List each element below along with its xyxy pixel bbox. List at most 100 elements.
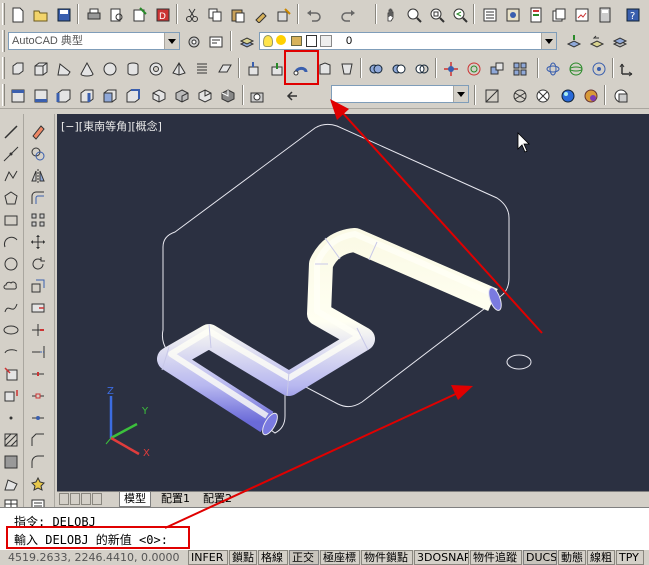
cut-icon[interactable] [181, 4, 201, 24]
tab-last-icon[interactable] [92, 493, 102, 505]
polysolid-icon[interactable] [7, 58, 27, 78]
chevron-down-icon[interactable] [541, 33, 556, 49]
redo-icon[interactable] [337, 4, 357, 24]
status-toggle-button[interactable]: 鎖點 [229, 550, 257, 565]
line-icon[interactable] [1, 122, 21, 142]
workspace-settings-icon[interactable] [183, 31, 203, 51]
paste-icon[interactable] [227, 4, 247, 24]
3d-align-icon[interactable] [486, 58, 506, 78]
undo-icon[interactable] [303, 4, 323, 24]
my-workspace-icon[interactable] [205, 31, 225, 51]
presspull-icon[interactable] [266, 58, 286, 78]
command-window[interactable]: 指令: DELOBJ 輸入 DELOBJ 的新值 <0>: [0, 507, 649, 550]
spline-icon[interactable] [1, 298, 21, 318]
rotate-icon[interactable] [28, 254, 48, 274]
save-icon[interactable] [53, 4, 73, 24]
chevron-down-icon[interactable] [453, 86, 468, 102]
design-center-icon[interactable] [502, 4, 522, 24]
cone-icon[interactable] [76, 58, 96, 78]
sphere-icon[interactable] [99, 58, 119, 78]
chevron-down-icon[interactable] [164, 33, 179, 49]
status-toggle-button[interactable]: DUCS [523, 550, 557, 565]
3d-rotate-icon[interactable] [463, 58, 483, 78]
arc-icon[interactable] [1, 232, 21, 252]
tool-palettes-icon[interactable] [525, 4, 545, 24]
stretch-icon[interactable] [28, 298, 48, 318]
pan-hand-icon[interactable] [380, 4, 400, 24]
drawing-viewport[interactable]: [−][東南等角][概念] Z Y X [57, 114, 649, 494]
tab-next-icon[interactable] [81, 493, 91, 505]
hidden-style-icon[interactable] [532, 85, 552, 105]
toolbar-grip[interactable] [2, 57, 5, 79]
block-editor-icon[interactable] [273, 4, 293, 24]
front-view-icon[interactable] [99, 85, 119, 105]
point-icon[interactable] [1, 408, 21, 428]
copy-object-icon[interactable] [28, 144, 48, 164]
right-view-icon[interactable] [76, 85, 96, 105]
top-view-icon[interactable] [7, 85, 27, 105]
region-icon[interactable] [1, 474, 21, 494]
status-toggle-button[interactable]: 格線 [258, 550, 288, 565]
left-view-icon[interactable] [53, 85, 73, 105]
status-toggle-button[interactable]: 物件鎖點 [361, 550, 413, 565]
torus-icon[interactable] [145, 58, 165, 78]
extend-icon[interactable] [28, 342, 48, 362]
offset-icon[interactable] [28, 188, 48, 208]
union-icon[interactable] [365, 58, 385, 78]
break-at-point-icon[interactable] [28, 364, 48, 384]
back-view-icon[interactable] [122, 85, 142, 105]
erase-icon[interactable] [28, 122, 48, 142]
layer-previous-icon[interactable] [586, 31, 606, 51]
3d-move-icon[interactable] [440, 58, 460, 78]
toolbar-grip[interactable] [2, 3, 5, 25]
sweep-icon[interactable] [290, 58, 310, 78]
workspace-dropdown[interactable]: AutoCAD 典型 [8, 32, 180, 50]
make-block-icon[interactable] [1, 386, 21, 406]
markup-set-icon[interactable] [571, 4, 591, 24]
se-iso-view-icon[interactable] [171, 85, 191, 105]
command-prompt[interactable]: 輸入 DELOBJ 的新值 <0>: [14, 531, 168, 548]
loft-icon[interactable] [336, 58, 356, 78]
polyline-icon[interactable] [1, 166, 21, 186]
intersect-icon[interactable] [411, 58, 431, 78]
chamfer-icon[interactable] [28, 430, 48, 450]
layer-properties-icon[interactable] [236, 31, 256, 51]
ellipse-icon[interactable] [1, 320, 21, 340]
ellipse-arc-icon[interactable] [1, 342, 21, 362]
pyramid-icon[interactable] [168, 58, 188, 78]
zoom-window-icon[interactable] [426, 4, 446, 24]
tab-model[interactable]: 模型 [119, 492, 151, 507]
status-toggle-button[interactable]: 線粗 [587, 550, 615, 565]
quickcalc-icon[interactable] [594, 4, 614, 24]
explode-icon[interactable] [28, 474, 48, 494]
zoom-previous-icon[interactable] [449, 4, 469, 24]
ucs-icon[interactable] [616, 58, 636, 78]
pan-back-icon[interactable] [282, 85, 302, 105]
orbit-icon[interactable] [542, 58, 562, 78]
circle-icon[interactable] [1, 254, 21, 274]
move-icon[interactable] [28, 232, 48, 252]
join-icon[interactable] [28, 408, 48, 428]
camera-icon[interactable] [246, 85, 266, 105]
free-orbit-icon[interactable] [565, 58, 585, 78]
status-toggle-button[interactable]: 3DOSNAP [414, 550, 469, 565]
mirror-icon[interactable] [28, 166, 48, 186]
status-toggle-button[interactable]: 正交 [289, 550, 319, 565]
array-icon[interactable] [28, 210, 48, 230]
open-file-icon[interactable] [30, 4, 50, 24]
tab-prev-icon[interactable] [70, 493, 80, 505]
subtract-icon[interactable] [388, 58, 408, 78]
toolbar-grip[interactable] [2, 84, 5, 106]
layer-states-icon[interactable] [609, 31, 629, 51]
gradient-icon[interactable] [1, 452, 21, 472]
publish-icon[interactable] [129, 4, 149, 24]
3d-wireframe-icon[interactable] [509, 85, 529, 105]
status-toggle-button[interactable]: 物件追蹤 [470, 550, 522, 565]
plot-preview-icon[interactable] [106, 4, 126, 24]
continuous-orbit-icon[interactable] [588, 58, 608, 78]
match-properties-icon[interactable] [250, 4, 270, 24]
copy-icon[interactable] [204, 4, 224, 24]
revolve-icon[interactable] [313, 58, 333, 78]
visual-style-dropdown[interactable] [331, 85, 469, 103]
cursor-coordinates[interactable]: 4519.2633, 2246.4410, 0.0000 [8, 551, 179, 564]
